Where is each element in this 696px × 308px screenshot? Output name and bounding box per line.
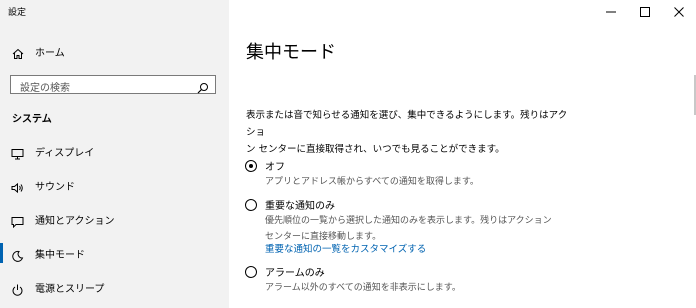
notification-icon — [11, 213, 24, 229]
page-description: 表示または音で知らせる通知を選び、集中できるようにします。残りはアクショ ン セ… — [246, 107, 576, 158]
sidebar-item-label: 集中モード — [35, 250, 85, 261]
radio-description: アラーム以外のすべての通知を非表示にします。 — [265, 280, 461, 296]
sidebar-item-label: ディスプレイ — [35, 148, 95, 159]
sidebar-item-label: サウンド — [35, 182, 75, 193]
radio-description: アプリとアドレス帳からすべての通知を取得します。 — [265, 174, 479, 190]
description-line: 表示または音で知らせる通知を選び、集中できるようにします。残りはアクショ — [246, 110, 568, 138]
radio-label: アラームのみ — [265, 268, 325, 279]
main-panel: 集中モード 表示または音で知らせる通知を選び、集中できるようにします。残りはアク… — [229, 0, 696, 308]
sidebar-item-sound[interactable]: サウンド — [0, 172, 229, 198]
radio-button[interactable] — [245, 160, 257, 172]
sidebar-item-power[interactable]: 電源とスリープ — [0, 274, 229, 300]
section-title: システム — [12, 114, 52, 125]
sidebar: 設定 ホーム 設定の検索 システム ディスプレイ サウンド 通知とアクション 集… — [0, 0, 229, 308]
sidebar-item-label: 電源とスリープ — [35, 284, 105, 295]
moon-icon — [11, 247, 24, 262]
description-line: ン センターに直接取得され、いつでも見ることができます。 — [246, 144, 505, 155]
active-indicator — [0, 243, 3, 263]
sidebar-item-label: 通知とアクション — [35, 216, 115, 227]
maximize-button[interactable] — [628, 0, 662, 24]
radio-button[interactable] — [245, 266, 257, 278]
radio-dot — [248, 163, 253, 168]
radio-description-line: 優先順位の一覧から選択した通知のみを表示します。残りはアクション — [265, 216, 552, 226]
app-title: 設定 — [8, 8, 27, 18]
customize-priority-list-link[interactable]: 重要な通知の一覧をカスタマイズする — [265, 241, 426, 255]
sidebar-item-notifications[interactable]: 通知とアクション — [0, 206, 229, 232]
radio-description-line: アラーム以外のすべての通知を非表示にします。 — [265, 283, 461, 293]
monitor-icon — [11, 145, 24, 160]
home-icon — [12, 45, 24, 59]
speaker-icon — [11, 179, 24, 194]
close-icon — [674, 7, 684, 17]
minimize-button[interactable] — [594, 0, 628, 24]
power-icon — [11, 281, 24, 296]
minimize-icon — [606, 11, 616, 13]
radio-label: 重要な通知のみ — [265, 201, 335, 212]
close-button[interactable] — [662, 0, 696, 24]
nav-home-label: ホーム — [35, 48, 65, 59]
page-title: 集中モード — [246, 42, 336, 63]
radio-description-line: アプリとアドレス帳からすべての通知を取得します。 — [265, 177, 479, 187]
search-placeholder: 設定の検索 — [20, 83, 70, 94]
sidebar-item-display[interactable]: ディスプレイ — [0, 138, 229, 164]
radio-label: オフ — [265, 162, 285, 173]
nav-home[interactable]: ホーム — [0, 40, 229, 62]
sidebar-item-focus-assist[interactable]: 集中モード — [0, 240, 229, 266]
search-icon — [197, 79, 209, 94]
maximize-icon — [640, 7, 650, 17]
search-input[interactable]: 設定の検索 — [10, 75, 216, 94]
radio-button[interactable] — [245, 199, 257, 211]
